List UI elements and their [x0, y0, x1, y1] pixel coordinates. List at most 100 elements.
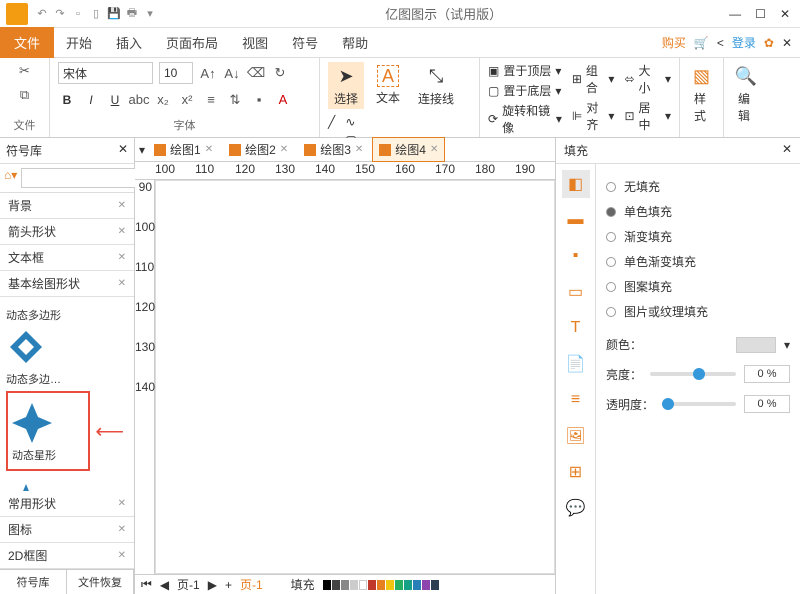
- polygon-shape[interactable]: [6, 327, 46, 367]
- curve-shape-icon[interactable]: ∿: [345, 115, 358, 129]
- fill-gradient[interactable]: 渐变填充: [606, 224, 790, 249]
- fill-solid[interactable]: 单色填充: [606, 199, 790, 224]
- cat-common[interactable]: 常用形状✕: [0, 491, 134, 517]
- fill-pattern[interactable]: 图案填充: [606, 274, 790, 299]
- cat-background[interactable]: 背景✕: [0, 193, 134, 219]
- increase-font-icon[interactable]: A↑: [199, 64, 217, 82]
- qat-dropdown-icon[interactable]: ▾: [142, 6, 158, 22]
- color-swatch[interactable]: [736, 337, 776, 353]
- undo-icon[interactable]: ↶: [34, 6, 50, 22]
- font-color-icon[interactable]: A: [274, 91, 292, 109]
- line-tab-icon[interactable]: ▬: [562, 206, 590, 234]
- clear-format-icon[interactable]: ⌫: [247, 64, 265, 82]
- sidebar-close-icon[interactable]: ✕: [118, 142, 128, 159]
- drawing-canvas[interactable]: [155, 180, 555, 574]
- rotate-button[interactable]: ⟳ 旋转和镜像▾: [488, 102, 562, 136]
- props-tab-icon[interactable]: ⊞: [562, 458, 590, 486]
- menu-insert[interactable]: 插入: [104, 27, 154, 58]
- italic-icon[interactable]: I: [82, 91, 100, 109]
- open-icon[interactable]: ▯: [88, 6, 104, 22]
- print-icon[interactable]: 🖶: [124, 6, 140, 22]
- tab-drawing2[interactable]: 绘图2✕: [222, 137, 295, 162]
- star2-shape[interactable]: [6, 481, 46, 491]
- tab-drawing1[interactable]: 绘图1✕: [147, 137, 220, 162]
- highlight-icon[interactable]: ▪: [250, 91, 268, 109]
- superscript-icon[interactable]: x²: [178, 91, 196, 109]
- case-icon[interactable]: ↻: [271, 64, 289, 82]
- fill-solid-gradient[interactable]: 单色渐变填充: [606, 249, 790, 274]
- settings-icon[interactable]: ✿: [764, 36, 774, 50]
- font-size-select[interactable]: [159, 62, 193, 84]
- cut-icon[interactable]: ✂: [16, 62, 34, 80]
- size-button[interactable]: ⬄ 大小▾: [624, 62, 671, 96]
- page-tab-icon[interactable]: 📄: [562, 350, 590, 378]
- image-tab-icon[interactable]: 🖼: [562, 422, 590, 450]
- page-name[interactable]: 页-1: [177, 576, 200, 593]
- menu-symbol[interactable]: 符号: [280, 27, 330, 58]
- spacing-icon[interactable]: ⇅: [226, 91, 244, 109]
- text-tool[interactable]: A 文本: [370, 63, 406, 108]
- tab-drawing3[interactable]: 绘图3✕: [297, 137, 370, 162]
- login-link[interactable]: 登录: [732, 34, 756, 51]
- opacity-value[interactable]: [744, 395, 790, 413]
- menu-help[interactable]: 帮助: [330, 27, 380, 58]
- fill-panel-close-icon[interactable]: ✕: [782, 142, 792, 159]
- prev-page-icon[interactable]: ◀: [160, 578, 169, 592]
- add-page-icon[interactable]: +: [225, 578, 232, 592]
- apps-icon[interactable]: ✕: [782, 36, 792, 50]
- next-page-icon[interactable]: ▶: [208, 578, 217, 592]
- file-menu[interactable]: 文件: [0, 27, 54, 58]
- sheet-name[interactable]: 页-1: [240, 576, 263, 593]
- cart-icon[interactable]: 🛒: [694, 36, 709, 50]
- style-tool[interactable]: ▧ 样式: [688, 62, 715, 126]
- cat-2d[interactable]: 2D框图✕: [0, 543, 134, 569]
- align-button[interactable]: ⊫ 对齐▾: [572, 99, 615, 133]
- brightness-slider[interactable]: [650, 372, 736, 376]
- first-page-icon[interactable]: ⏮: [141, 577, 152, 592]
- menu-layout[interactable]: 页面布局: [154, 27, 230, 58]
- brightness-value[interactable]: [744, 365, 790, 383]
- copy-icon[interactable]: ⧉: [16, 86, 34, 104]
- group-button[interactable]: ⊞ 组合▾: [572, 62, 615, 96]
- star-shape[interactable]: [12, 403, 52, 443]
- home-icon[interactable]: ⌂▾: [4, 168, 17, 188]
- buy-link[interactable]: 购买: [662, 34, 686, 51]
- decrease-font-icon[interactable]: A↓: [223, 64, 241, 82]
- new-icon[interactable]: ▫: [70, 6, 86, 22]
- bring-front-button[interactable]: ▣ 置于顶层▾: [488, 62, 562, 79]
- sidebar-tab-recovery[interactable]: 文件恢复: [67, 570, 134, 594]
- connector-tool[interactable]: ⤡ 连接线: [412, 62, 460, 109]
- tabs-dropdown-icon[interactable]: ▾: [139, 143, 145, 157]
- minimize-icon[interactable]: —: [729, 7, 741, 21]
- subscript-icon[interactable]: x₂: [154, 91, 172, 109]
- fill-texture[interactable]: 图片或纹理填充: [606, 299, 790, 324]
- tab-drawing4[interactable]: 绘图4✕: [372, 137, 445, 162]
- cat-arrows[interactable]: 箭头形状✕: [0, 219, 134, 245]
- text-tab-icon[interactable]: T: [562, 314, 590, 342]
- color-palette[interactable]: [323, 580, 439, 590]
- layer-tab-icon[interactable]: ≡: [562, 386, 590, 414]
- send-back-button[interactable]: ▢ 置于底层▾: [488, 82, 562, 99]
- menu-start[interactable]: 开始: [54, 27, 104, 58]
- opacity-slider[interactable]: [662, 402, 736, 406]
- save-icon[interactable]: 💾: [106, 6, 122, 22]
- line-shape-icon[interactable]: ╱: [328, 115, 339, 129]
- fill-tab-icon[interactable]: ◧: [562, 170, 590, 198]
- menu-view[interactable]: 视图: [230, 27, 280, 58]
- cat-basic-shapes[interactable]: 基本绘图形状✕: [0, 271, 134, 297]
- cat-textbox[interactable]: 文本框✕: [0, 245, 134, 271]
- center-button[interactable]: ⊡ 居中▾: [624, 99, 671, 133]
- sidebar-tab-symbols[interactable]: 符号库: [0, 570, 67, 594]
- bullets-icon[interactable]: ≡: [202, 91, 220, 109]
- bold-icon[interactable]: B: [58, 91, 76, 109]
- select-tool[interactable]: ➤ 选择: [328, 62, 364, 109]
- font-family-select[interactable]: [58, 62, 153, 84]
- edit-tool[interactable]: 🔍 编辑: [732, 62, 760, 126]
- redo-icon[interactable]: ↷: [52, 6, 68, 22]
- share-icon[interactable]: <: [717, 36, 724, 50]
- shape-tab-icon[interactable]: ▭: [562, 278, 590, 306]
- maximize-icon[interactable]: ☐: [755, 7, 766, 21]
- comment-tab-icon[interactable]: 💬: [562, 494, 590, 522]
- close-icon[interactable]: ✕: [780, 7, 790, 21]
- strike-icon[interactable]: abc: [130, 91, 148, 109]
